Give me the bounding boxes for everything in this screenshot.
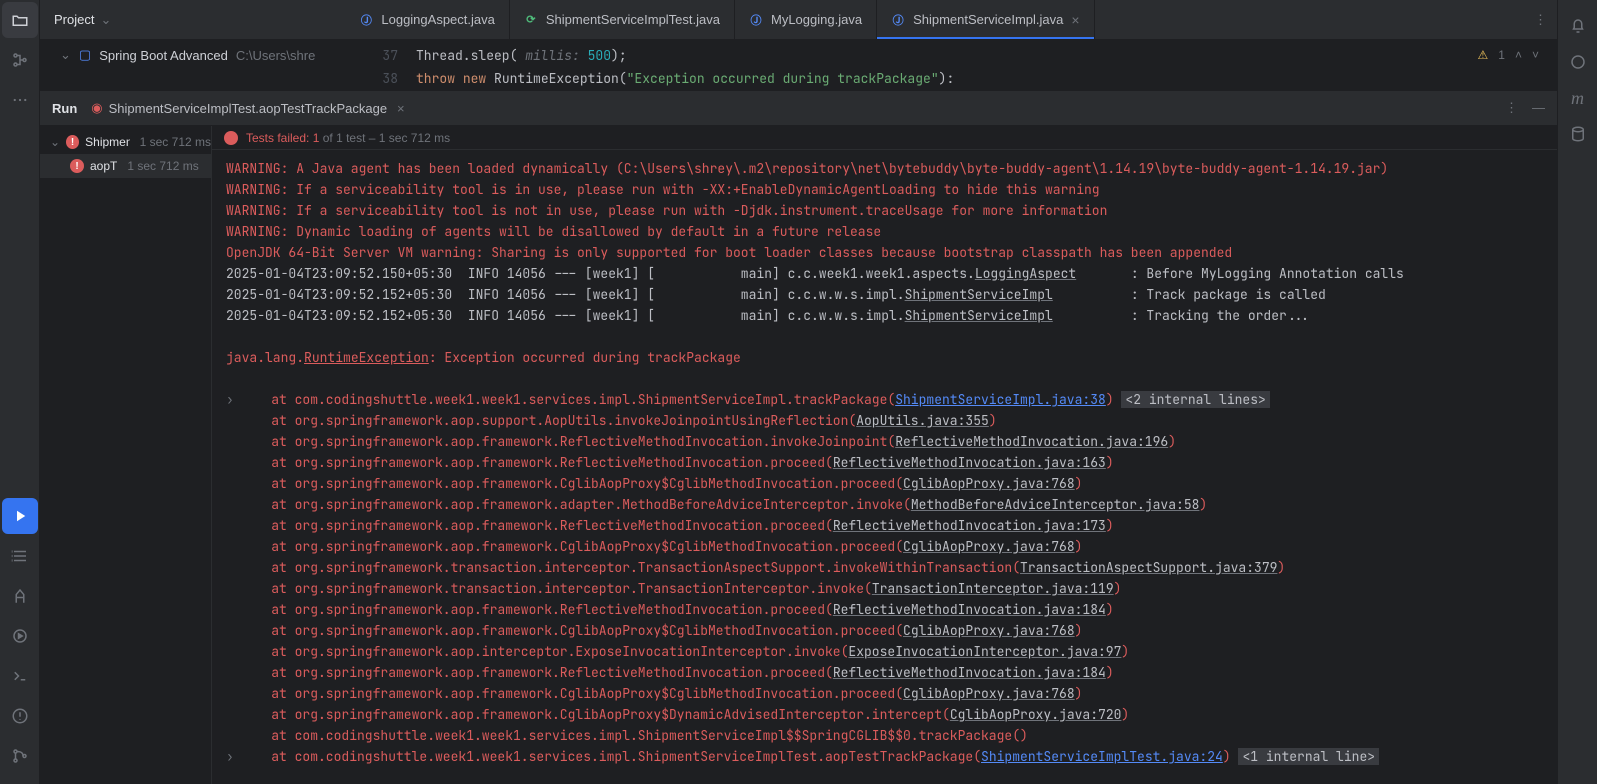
tab-label: ShipmentServiceImpl.java bbox=[913, 12, 1063, 27]
test-tree: ⌄ ! Shipmen 1 sec 712 ms ! aopT 1 sec 71… bbox=[40, 126, 212, 784]
left-tool-rail bbox=[0, 0, 40, 784]
breadcrumb-project[interactable]: Spring Boot Advanced bbox=[99, 48, 228, 63]
run-tool-button[interactable] bbox=[2, 498, 38, 534]
editor-code-line-1: ⌄ ▢ Spring Boot Advanced C:\Users\shre 3… bbox=[40, 40, 1557, 70]
ai-assistant-icon[interactable] bbox=[1558, 44, 1597, 80]
debug-tool-button[interactable] bbox=[0, 616, 40, 656]
terminal-tool-button[interactable] bbox=[0, 656, 40, 696]
minimize-icon[interactable]: — bbox=[1532, 100, 1545, 116]
project-tool-button[interactable] bbox=[2, 2, 38, 38]
warning-count: 1 bbox=[1498, 48, 1505, 62]
problems-tool-button[interactable] bbox=[0, 696, 40, 736]
editor-tab[interactable]: Ⓙ MyLogging.java bbox=[735, 0, 877, 39]
run-label: Run bbox=[52, 101, 77, 116]
chevron-down-icon: ⌄ bbox=[100, 12, 111, 28]
right-tool-rail: m bbox=[1557, 0, 1597, 784]
nav-down-icon[interactable]: ˅ bbox=[1532, 48, 1539, 62]
tab-label: LoggingAspect.java bbox=[381, 12, 494, 27]
test-config-icon: ◉ bbox=[91, 100, 102, 116]
services-tool-button[interactable] bbox=[0, 536, 40, 576]
folder-icon: ▢ bbox=[79, 47, 91, 63]
java-file-icon: Ⓙ bbox=[891, 13, 905, 27]
structure-tool-button[interactable] bbox=[0, 40, 40, 80]
fail-icon: ! bbox=[224, 131, 238, 145]
fail-icon: ! bbox=[70, 159, 84, 173]
chevron-down-icon: ⌄ bbox=[50, 135, 60, 149]
editor-tabs: Ⓙ LoggingAspect.java ⟳ ShipmentServiceImplT… bbox=[345, 0, 1094, 39]
test-status-bar: ! Tests failed: 1 of 1 test – 1 sec 712 … bbox=[212, 126, 1557, 150]
editor-tab[interactable]: Ⓙ LoggingAspect.java bbox=[345, 0, 509, 39]
notifications-icon[interactable] bbox=[1558, 8, 1597, 44]
test-file-icon: ⟳ bbox=[524, 13, 538, 27]
java-file-icon: Ⓙ bbox=[359, 13, 373, 27]
status-failed-label: Tests failed: bbox=[246, 131, 309, 145]
warning-icon[interactable]: ⚠ bbox=[1478, 48, 1489, 62]
code-text[interactable]: throw new RuntimeException("Exception oc… bbox=[416, 70, 954, 90]
breadcrumb-path: C:\Users\shre bbox=[236, 48, 315, 63]
chevron-down-icon[interactable]: ⌄ bbox=[60, 47, 71, 63]
options-icon[interactable]: ⋮ bbox=[1505, 100, 1518, 116]
run-panel-header: Run ◉ ShipmentServiceImplTest.aopTestTra… bbox=[40, 90, 1557, 126]
editor-tab[interactable]: Ⓙ ShipmentServiceImpl.java × bbox=[877, 0, 1094, 39]
tab-label: MyLogging.java bbox=[771, 12, 862, 27]
fail-icon: ! bbox=[66, 135, 79, 149]
database-tool-icon[interactable] bbox=[1558, 116, 1597, 152]
build-tool-button[interactable] bbox=[0, 576, 40, 616]
vcs-tool-button[interactable] bbox=[0, 736, 40, 776]
nav-up-icon[interactable]: ˄ bbox=[1515, 48, 1522, 62]
more-tool-button[interactable] bbox=[0, 80, 40, 120]
test-tree-item[interactable]: ! aopT 1 sec 712 ms bbox=[40, 154, 211, 178]
run-config-name[interactable]: ShipmentServiceImplTest.aopTestTrackPack… bbox=[109, 101, 387, 116]
test-tree-root[interactable]: ⌄ ! Shipmen 1 sec 712 ms bbox=[40, 130, 211, 154]
project-label: Project bbox=[54, 12, 94, 27]
close-icon[interactable]: × bbox=[397, 101, 405, 116]
close-icon[interactable]: × bbox=[1071, 12, 1079, 28]
editor-tab[interactable]: ⟳ ShipmentServiceImplTest.java bbox=[510, 0, 735, 39]
editor-code-line-2: 38 throw new RuntimeException("Exception… bbox=[40, 70, 1557, 90]
project-dropdown[interactable]: Project ⌄ bbox=[40, 0, 125, 39]
tab-label: ShipmentServiceImplTest.java bbox=[546, 12, 720, 27]
console-output[interactable]: WARNING: A Java agent has been loaded dy… bbox=[212, 150, 1557, 784]
editor-top-bar: Project ⌄ Ⓙ LoggingAspect.java ⟳ ShipmentSe… bbox=[40, 0, 1557, 40]
tab-options-icon[interactable]: ⋮ bbox=[1534, 12, 1547, 28]
status-failed-count: 1 bbox=[313, 131, 320, 145]
java-file-icon: Ⓙ bbox=[749, 13, 763, 27]
maven-tool-icon[interactable]: m bbox=[1558, 80, 1597, 116]
gutter-line-number: 38 bbox=[370, 70, 398, 90]
code-text[interactable]: Thread.sleep( millis: 500); bbox=[416, 47, 627, 64]
gutter-line-number: 37 bbox=[370, 47, 398, 64]
status-suffix: of 1 test – 1 sec 712 ms bbox=[323, 131, 450, 145]
